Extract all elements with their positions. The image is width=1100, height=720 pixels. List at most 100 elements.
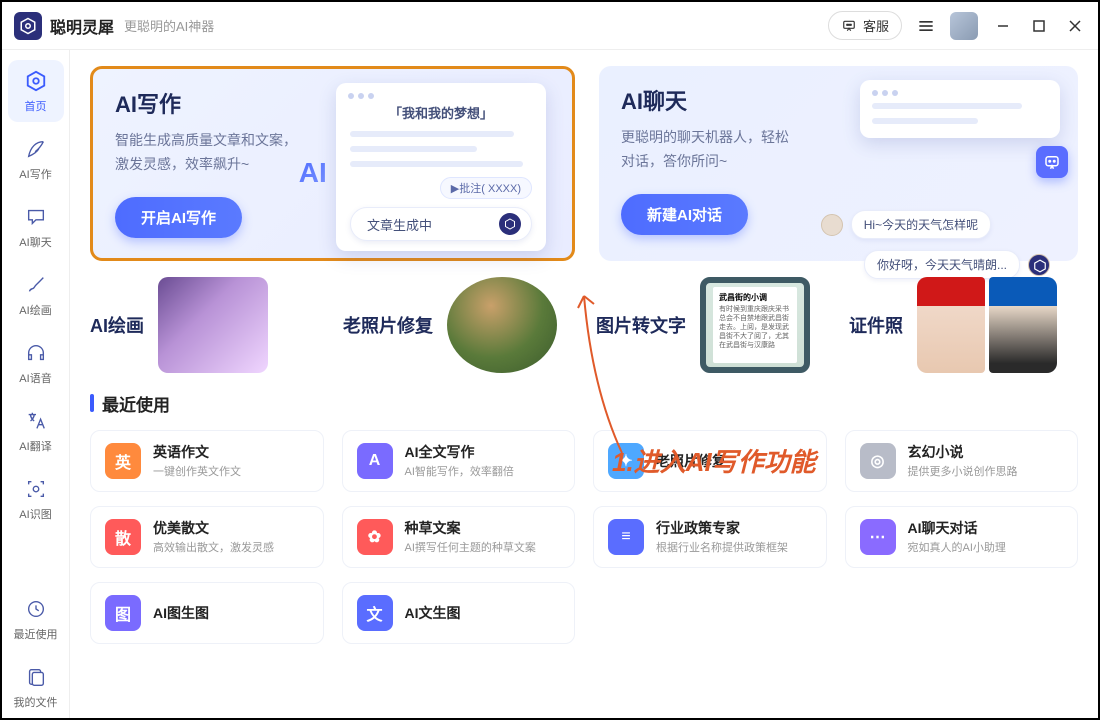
files-icon bbox=[23, 664, 49, 690]
sidebar-item-label: AI翻译 bbox=[19, 438, 51, 454]
app-name: 聪明灵犀 bbox=[50, 14, 114, 38]
user-avatar-icon bbox=[821, 214, 843, 236]
close-button[interactable] bbox=[1064, 15, 1086, 37]
sidebar-item-paint[interactable]: AI绘画 bbox=[8, 264, 64, 326]
chat-bubble-bot: 你好呀，今天天气晴朗... bbox=[864, 250, 1020, 279]
item-title: 玄幻小说 bbox=[908, 443, 1018, 461]
bot-avatar-icon bbox=[1028, 254, 1050, 276]
chat-float-icon bbox=[1036, 146, 1068, 178]
chat-bubble-user: Hi~今天的天气怎样呢 bbox=[851, 210, 991, 239]
item-desc: 根据行业名称提供政策框架 bbox=[656, 539, 788, 555]
sidebar-item-translate[interactable]: AI翻译 bbox=[8, 400, 64, 462]
item-title: AI聊天对话 bbox=[908, 519, 1006, 537]
home-icon bbox=[23, 68, 49, 94]
tile-image bbox=[447, 277, 557, 373]
item-icon: ✿ bbox=[357, 519, 393, 555]
headset-icon bbox=[23, 340, 49, 366]
menu-button[interactable] bbox=[916, 16, 936, 36]
tile-title: 证件照 bbox=[849, 312, 903, 338]
item-icon: 文 bbox=[357, 595, 393, 631]
recent-item[interactable]: 英英语作文一键创作英文作文 bbox=[90, 430, 324, 492]
minimize-button[interactable] bbox=[992, 15, 1014, 37]
item-title: AI图生图 bbox=[153, 604, 209, 622]
tile-ocr[interactable]: 图片转文字 武昌街的小调有时候到重庆跟庆采书总会不自禁地跟武昌街走去。上阅，是发… bbox=[596, 277, 825, 373]
item-desc: AI智能写作，效率翻倍 bbox=[405, 463, 514, 479]
hero-writing-title: AI写作 bbox=[115, 87, 325, 119]
item-icon: 英 bbox=[105, 443, 141, 479]
item-icon: A bbox=[357, 443, 393, 479]
app-logo bbox=[14, 12, 42, 40]
sidebar-item-label: AI绘画 bbox=[19, 302, 51, 318]
doc-title: 「我和我的梦想」 bbox=[350, 103, 532, 122]
customer-service-button[interactable]: 客服 bbox=[828, 11, 902, 40]
recent-item[interactable]: 散优美散文高效输出散文，激发灵感 bbox=[90, 506, 324, 568]
customer-service-label: 客服 bbox=[863, 16, 889, 35]
clock-icon bbox=[23, 596, 49, 622]
sidebar-item-label: AI写作 bbox=[19, 166, 51, 182]
tile-id-photo[interactable]: 证件照 bbox=[849, 277, 1078, 373]
tile-title: 老照片修复 bbox=[343, 312, 433, 338]
sidebar-item-label: 最近使用 bbox=[14, 626, 58, 642]
hero-chat-title: AI聊天 bbox=[621, 84, 831, 116]
minimize-icon bbox=[996, 19, 1010, 33]
sidebar-item-files[interactable]: 我的文件 bbox=[8, 656, 64, 718]
recent-item[interactable]: ⋯ AI聊天对话宛如真人的AI小助理 bbox=[845, 506, 1079, 568]
hamburger-icon bbox=[916, 16, 936, 36]
item-desc: 宛如真人的AI小助理 bbox=[908, 539, 1006, 555]
chat-icon bbox=[23, 204, 49, 230]
tile-photo-restore[interactable]: 老照片修复 bbox=[343, 277, 572, 373]
chat-bubble-icon bbox=[841, 19, 857, 33]
tile-title: 图片转文字 bbox=[596, 312, 686, 338]
start-writing-button[interactable]: 开启AI写作 bbox=[115, 197, 242, 238]
recent-item[interactable]: ✿种草文案AI撰写任何主题的种草文案 bbox=[342, 506, 576, 568]
maximize-button[interactable] bbox=[1028, 15, 1050, 37]
sidebar-item-writing[interactable]: AI写作 bbox=[8, 128, 64, 190]
item-title: AI全文写作 bbox=[405, 443, 514, 461]
tile-image: 武昌街的小调有时候到重庆跟庆采书总会不自禁地跟武昌街走去。上阅，是发现武昌街不大… bbox=[700, 277, 810, 373]
item-title: 英语作文 bbox=[153, 443, 241, 461]
item-icon: ⋯ bbox=[860, 519, 896, 555]
annotation-text: 1.进入AI写作功能 bbox=[612, 442, 816, 479]
section-bar-icon bbox=[90, 394, 94, 412]
sidebar-item-recent[interactable]: 最近使用 bbox=[8, 588, 64, 650]
app-tagline: 更聪明的AI神器 bbox=[124, 16, 214, 35]
item-desc: 高效输出散文，激发灵感 bbox=[153, 539, 274, 555]
new-chat-button[interactable]: 新建AI对话 bbox=[621, 194, 748, 235]
sidebar-item-voice[interactable]: AI语音 bbox=[8, 332, 64, 394]
user-avatar[interactable] bbox=[950, 12, 978, 40]
recent-item[interactable]: ≡ 行业政策专家根据行业名称提供政策框架 bbox=[593, 506, 827, 568]
hero-card-writing[interactable]: AI写作 智能生成高质量文章和文案， 激发灵感，效率飙升~ 开启AI写作 AI … bbox=[90, 66, 575, 261]
sidebar-item-label: AI识图 bbox=[19, 506, 51, 522]
sidebar-item-label: AI聊天 bbox=[19, 234, 51, 250]
item-title: AI文生图 bbox=[405, 604, 461, 622]
item-icon: 图 bbox=[105, 595, 141, 631]
hero-chat-desc: 更聪明的聊天机器人，轻松 对话，答你所问~ bbox=[621, 126, 831, 174]
doc-footer: 文章生成中 bbox=[350, 207, 532, 241]
item-desc: 提供更多小说创作思路 bbox=[908, 463, 1018, 479]
recent-item[interactable]: A AI全文写作 AI智能写作，效率翻倍 bbox=[342, 430, 576, 492]
recent-item[interactable]: 图 AI图生图 bbox=[90, 582, 324, 644]
ai-badge-icon: AI bbox=[299, 157, 327, 189]
sidebar-item-label: AI语音 bbox=[19, 370, 51, 386]
scan-icon bbox=[23, 476, 49, 502]
item-icon: ≡ bbox=[608, 519, 644, 555]
item-icon: ◎ bbox=[860, 443, 896, 479]
sidebar-item-home[interactable]: 首页 bbox=[8, 60, 64, 122]
item-desc: AI撰写任何主题的种草文案 bbox=[405, 539, 536, 555]
translate-icon bbox=[23, 408, 49, 434]
item-title: 行业政策专家 bbox=[656, 519, 788, 537]
feather-icon bbox=[23, 136, 49, 162]
hero-card-chat[interactable]: AI聊天 更聪明的聊天机器人，轻松 对话，答你所问~ 新建AI对话 Hi~今天的… bbox=[599, 66, 1078, 261]
sidebar-item-chat[interactable]: AI聊天 bbox=[8, 196, 64, 258]
sidebar-item-label: 我的文件 bbox=[14, 694, 58, 710]
section-header: 最近使用 bbox=[102, 391, 170, 416]
tile-image bbox=[158, 277, 268, 373]
recent-item[interactable]: 文 AI文生图 bbox=[342, 582, 576, 644]
item-desc: 一键创作英文作文 bbox=[153, 463, 241, 479]
chat-mock bbox=[860, 80, 1060, 138]
tile-image bbox=[917, 277, 1057, 373]
sidebar-item-ocr[interactable]: AI识图 bbox=[8, 468, 64, 530]
tile-ai-paint[interactable]: AI绘画 bbox=[90, 277, 319, 373]
sidebar-item-label: 首页 bbox=[25, 98, 47, 114]
recent-item[interactable]: ◎ 玄幻小说提供更多小说创作思路 bbox=[845, 430, 1079, 492]
